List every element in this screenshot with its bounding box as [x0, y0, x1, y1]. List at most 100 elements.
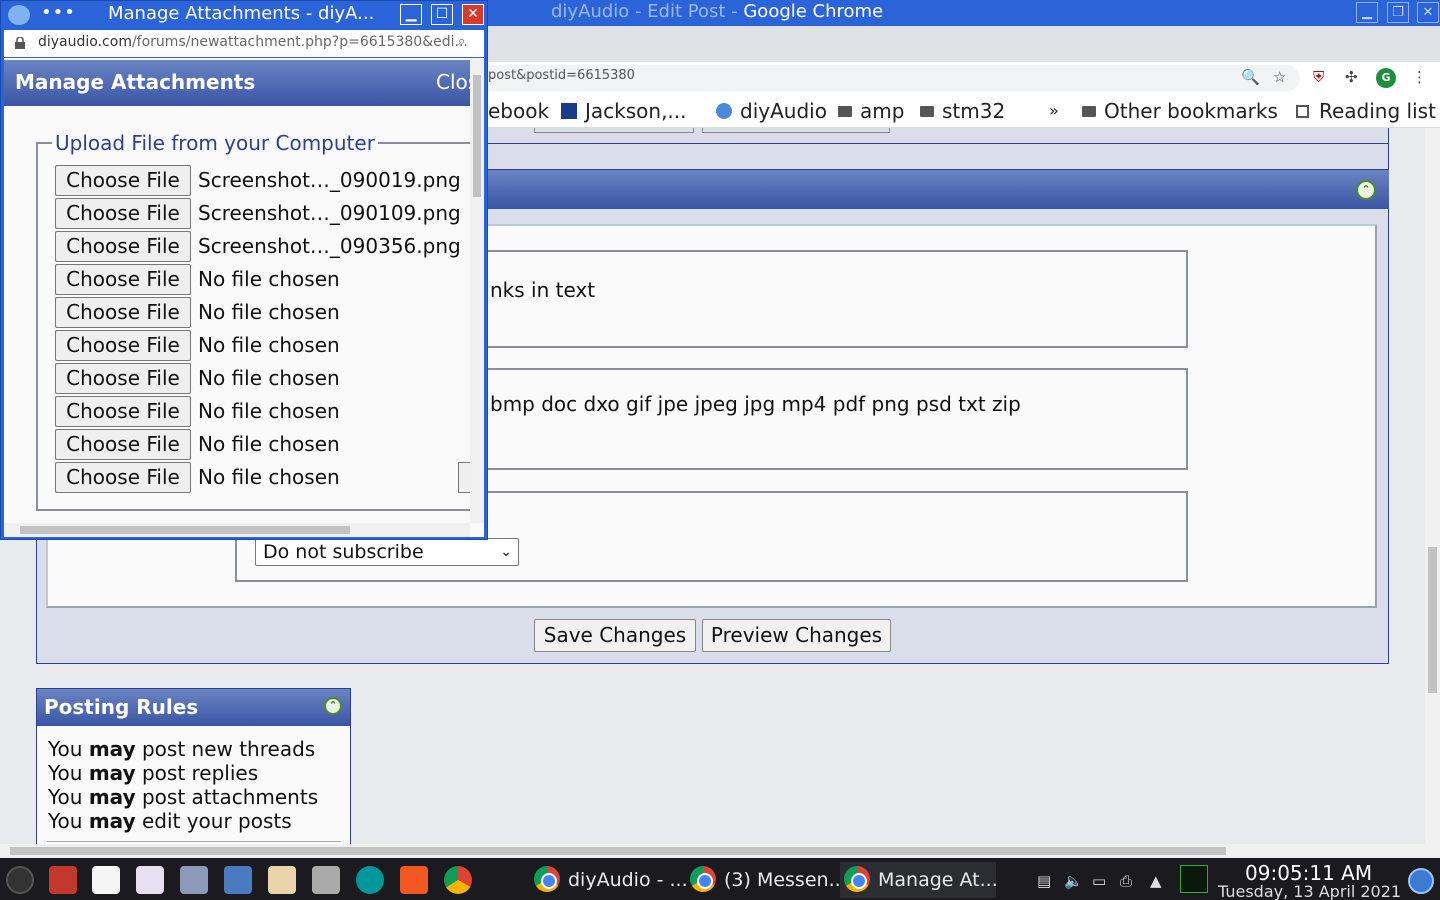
popup-url: diyaudio.com/forums/newattachment.php?p=… [38, 34, 468, 50]
notification-icon[interactable] [1408, 868, 1434, 894]
chart-app-icon[interactable] [136, 866, 164, 894]
calculator-icon[interactable] [312, 866, 340, 894]
network-icon[interactable]: ▭ [1092, 872, 1106, 890]
profile-avatar[interactable]: G [1376, 68, 1396, 88]
diyaudio-favicon-icon [716, 103, 732, 119]
schematic-app-icon[interactable] [268, 866, 296, 894]
extension-shield-icon[interactable]: ⛨ [1313, 68, 1324, 86]
bookmarks-overflow-button[interactable]: » [1049, 98, 1059, 124]
preview-changes-button[interactable]: Preview Changes [702, 619, 891, 652]
choose-file-button[interactable]: Choose File [55, 363, 191, 394]
printer-icon[interactable]: ⎙ [1120, 872, 1132, 890]
subscription-select[interactable]: Do not subscribe ⌄ [255, 538, 519, 566]
file-name: Screenshot…_090109.png [198, 201, 461, 225]
close-button[interactable]: ✕ [1417, 2, 1439, 23]
posting-rules-title: Posting Rules [37, 689, 350, 726]
minimize-button[interactable]: ▁ [1356, 2, 1378, 23]
choose-file-button[interactable]: Choose File [55, 165, 191, 196]
upload-legend: Upload File from your Computer [52, 131, 378, 155]
restore-button[interactable]: ❐ [1387, 2, 1409, 23]
task-messenger[interactable]: (3) Messen... [686, 862, 847, 898]
chevron-down-icon: ⌄ [500, 544, 512, 560]
file-name: No file chosen [198, 432, 340, 456]
popup-minimize-button[interactable]: ▁ [400, 4, 422, 25]
bookmark-folder[interactable]: stm32 [920, 98, 1005, 124]
zoom-icon[interactable]: ⌕ [458, 34, 465, 49]
bookmark-folder[interactable]: amp [838, 98, 904, 124]
lock-icon [15, 37, 25, 49]
file-manager-icon[interactable] [224, 866, 252, 894]
puzzle-icon[interactable]: ✣ [1345, 68, 1358, 86]
options-text: nks in text [490, 278, 596, 302]
rule-line: You may post new threads [48, 737, 316, 761]
file-name: No file chosen [198, 300, 340, 324]
reading-list[interactable]: Reading list [1296, 98, 1436, 124]
diyaudio-logo-icon [8, 5, 30, 25]
system-monitor-icon[interactable] [1180, 865, 1208, 893]
brave-icon[interactable] [400, 866, 428, 894]
divider [47, 841, 341, 842]
page-vertical-scroll-thumb[interactable] [1428, 547, 1437, 693]
volume-icon[interactable]: 🔈 [1064, 872, 1083, 890]
rule-line: You may post replies [48, 761, 259, 785]
folder-icon [920, 106, 934, 117]
folder-icon [838, 106, 852, 117]
diagram-app-icon[interactable] [92, 866, 120, 894]
choose-file-button[interactable]: Choose File [55, 264, 191, 295]
task-diyaudio[interactable]: diyAudio - ... [530, 862, 688, 898]
choose-file-button[interactable]: Choose File [55, 198, 191, 229]
star-icon[interactable]: ☆ [1273, 68, 1286, 86]
collapse-icon[interactable]: ⌃ [324, 697, 342, 715]
file-name: No file chosen [198, 267, 340, 291]
reading-list-icon [1296, 105, 1309, 118]
folder-icon [1082, 106, 1096, 117]
clock-date: Tuesday, 13 April 2021 [1218, 882, 1402, 900]
pcb-app-icon[interactable] [180, 866, 208, 894]
popup-window-title: Manage Attachments - diyA... [108, 3, 375, 24]
zoom-icon[interactable]: 🔍 [1241, 68, 1260, 86]
chrome-icon [844, 866, 870, 892]
chrome-icon[interactable] [444, 866, 472, 894]
choose-file-button[interactable]: Choose File [55, 297, 191, 328]
manage-attachments-title: Manage Attachments [15, 70, 256, 94]
choose-file-button[interactable]: Choose File [55, 330, 191, 361]
popup-maximize-button[interactable]: ☐ [431, 4, 453, 25]
bookmark-item[interactable]: ebook [488, 98, 549, 124]
arduino-icon[interactable] [356, 866, 384, 894]
page-horizontal-scroll-thumb[interactable] [10, 847, 1226, 855]
choose-file-button[interactable]: Choose File [55, 231, 191, 262]
button-bottom-edge [534, 128, 694, 133]
popup-close-button[interactable]: ✕ [462, 4, 484, 25]
chrome-icon [534, 866, 560, 892]
terminal-icon[interactable] [49, 866, 77, 894]
chrome-window-title: diyAudio - Edit Post - Google Chrome [551, 1, 884, 22]
file-name: No file chosen [198, 366, 340, 390]
clipboard-icon[interactable]: ▤ [1037, 872, 1051, 890]
choose-file-button[interactable]: Choose File [55, 429, 191, 460]
choose-file-button[interactable]: Choose File [55, 462, 191, 493]
file-name: Screenshot…_090356.png [198, 234, 461, 258]
more-icon[interactable]: ••• [41, 2, 76, 23]
page-vertical-scrollbar[interactable] [1425, 128, 1440, 844]
bookmark-item[interactable]: Jackson,... [561, 98, 687, 124]
file-name: No file chosen [198, 333, 340, 357]
file-name: Screenshot…_090019.png [198, 168, 461, 192]
collapse-icon[interactable]: ⌃ [1356, 180, 1376, 200]
chrome-icon [690, 866, 716, 892]
close-link[interactable]: Close [436, 70, 470, 94]
choose-file-button[interactable]: Choose File [55, 396, 191, 427]
bookmark-item[interactable]: diyAudio [716, 98, 827, 124]
rule-line: You may post attachments [48, 785, 319, 809]
popup-horizontal-scroll-thumb[interactable] [20, 526, 350, 534]
address-bar-url: post&postid=6615380 [488, 68, 635, 83]
save-changes-button[interactable]: Save Changes [534, 619, 696, 652]
bookmark-folder[interactable]: Other bookmarks [1082, 98, 1278, 124]
tray-expand-icon[interactable]: ▲ [1150, 872, 1162, 890]
popup-vertical-scroll-thumb[interactable] [473, 75, 481, 197]
file-name: No file chosen [198, 465, 340, 489]
posting-rules-box: Posting Rules ⌃ You may post new threads… [36, 688, 351, 844]
start-menu-icon[interactable] [6, 866, 34, 894]
menu-icon[interactable]: ⋮ [1412, 68, 1427, 86]
task-manage-attachments[interactable]: Manage At... [840, 862, 998, 898]
rule-line: You may edit your posts [48, 809, 292, 833]
